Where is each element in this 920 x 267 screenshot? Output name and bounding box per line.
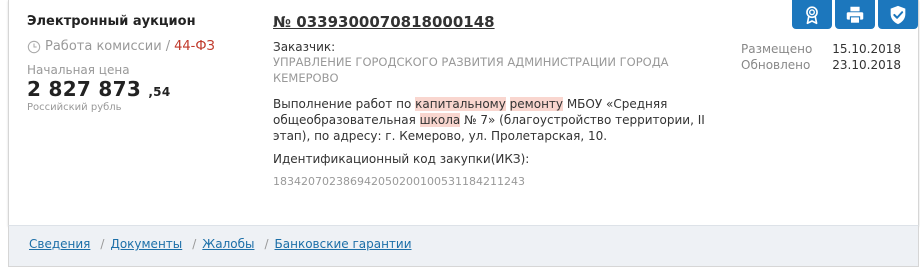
price-main: 2 827 873 [27,77,142,101]
status-line: Работа комиссии / 44-ФЗ [27,39,257,54]
updated-label: Обновлено [741,58,811,72]
price-label: Начальная цена [27,63,130,77]
status-separator: / [165,39,171,54]
tab-separator: / [192,237,197,251]
summary-column: Электронный аукцион Работа комиссии / 44… [27,14,257,113]
shield-check-icon [890,5,906,24]
customer-name: УПРАВЛЕНИЕ ГОРОДСКОГО РАЗВИТИЯ АДМИНИСТР… [273,55,669,85]
card-actions [792,0,918,29]
updated-date: 23.10.2018 [832,58,901,72]
subject-text: Выполнение работ по [273,97,416,111]
status-text: Работа комиссии [45,39,162,54]
tab-details[interactable]: Сведения [29,237,90,251]
placed-row: Размещено 15.10.2018 [741,41,901,57]
shield-check-button[interactable] [878,0,918,29]
procurement-card: Электронный аукцион Работа комиссии / 44… [8,0,919,226]
updated-row: Обновлено 23.10.2018 [741,57,901,73]
subject-highlight: школа [419,113,461,127]
dates-column: Размещено 15.10.2018 Обновлено 23.10.201… [741,41,901,73]
footer-tabs: Сведения / Документы / Жалобы / Банковск… [29,237,412,251]
award-icon [806,5,818,24]
tab-separator: / [100,237,105,251]
details-column: № 0339300070818000148 Заказчик: УПРАВЛЕН… [273,12,733,188]
award-button[interactable] [792,0,832,29]
tab-bank-guarantees[interactable]: Банковские гарантии [275,237,412,251]
procurement-type: Электронный аукцион [27,14,196,29]
initial-price: 2 827 873 ,54 [27,79,257,102]
card-footer: Сведения / Документы / Жалобы / Банковск… [8,225,919,267]
clock-icon [27,40,41,53]
customer-label: Заказчик: [273,40,336,54]
placed-label: Размещено [741,42,813,56]
subject-highlight: ремонту [509,97,564,111]
law-badge: 44-ФЗ [174,39,215,54]
print-icon [846,6,864,24]
registry-number-link[interactable]: № 0339300070818000148 [273,13,495,31]
tab-complaints[interactable]: Жалобы [202,237,254,251]
subject-highlight: капитальному [415,97,506,111]
placed-date: 15.10.2018 [832,42,901,56]
procurement-subject: Выполнение работ по капитальному ремонту… [273,96,733,144]
currency: Российский рубль [27,102,122,113]
print-button[interactable] [835,0,875,29]
price-cents: ,54 [148,85,171,99]
ikz-label: Идентификационный код закупки(ИКЗ): [273,152,530,166]
tab-documents[interactable]: Документы [110,237,182,251]
tab-separator: / [264,237,269,251]
ikz-code: 183420702386942050200100531184211243 [273,175,525,188]
